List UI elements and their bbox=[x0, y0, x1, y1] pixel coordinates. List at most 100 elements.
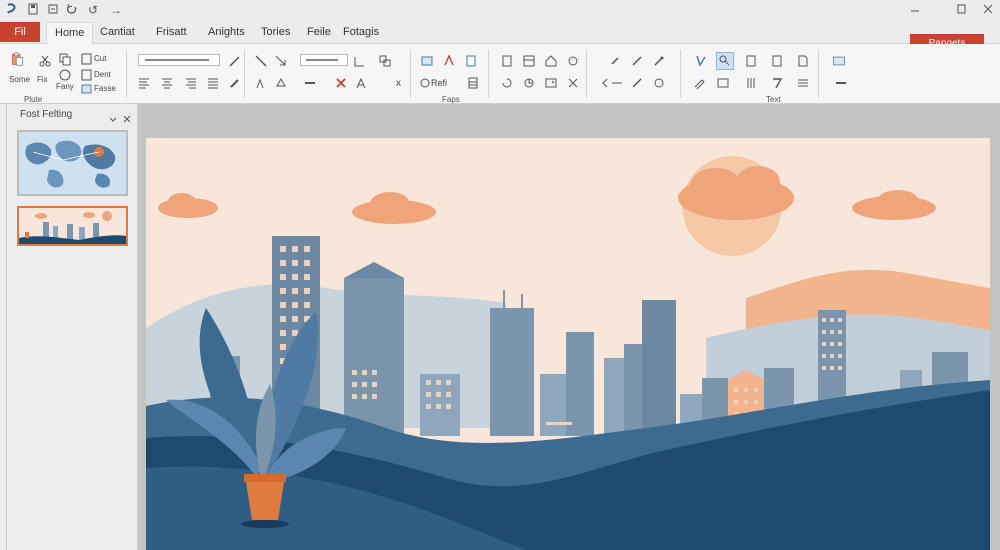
cut-icon[interactable] bbox=[38, 54, 52, 68]
cut-small-icon[interactable] bbox=[80, 52, 92, 66]
font-name-dropdown[interactable] bbox=[138, 54, 220, 66]
line-weight-icon[interactable] bbox=[303, 76, 317, 90]
align-left-icon[interactable] bbox=[137, 76, 151, 90]
tab-file[interactable]: Fil bbox=[0, 22, 40, 42]
format-shape-icon[interactable] bbox=[464, 54, 478, 68]
copy-icon[interactable] bbox=[58, 52, 72, 66]
brush-tool-icon[interactable] bbox=[254, 76, 268, 90]
tab-anights[interactable]: Anights bbox=[208, 26, 245, 38]
ribbon-separator bbox=[244, 50, 245, 98]
pane-close-icon[interactable] bbox=[122, 111, 132, 129]
radio-icon[interactable] bbox=[418, 76, 432, 90]
draw-line-icon[interactable] bbox=[630, 54, 644, 68]
cut-label[interactable]: Fix bbox=[37, 75, 48, 84]
radio-label[interactable]: Refi bbox=[431, 78, 447, 88]
ribbon-separator bbox=[818, 50, 819, 98]
textbox-icon[interactable] bbox=[420, 54, 434, 68]
justify-icon[interactable] bbox=[206, 76, 220, 90]
tab-home[interactable]: Home bbox=[46, 22, 94, 44]
close-icon[interactable] bbox=[983, 3, 993, 15]
copy-label[interactable]: Fany bbox=[56, 82, 74, 91]
copy-small-icon[interactable] bbox=[80, 68, 92, 82]
reset-icon[interactable] bbox=[500, 76, 514, 90]
delete-icon[interactable] bbox=[334, 76, 348, 90]
section-icon[interactable] bbox=[566, 54, 580, 68]
shape-outline-dropdown[interactable] bbox=[300, 54, 348, 66]
replace-icon[interactable] bbox=[744, 54, 758, 68]
slide-thumbnail-2[interactable] bbox=[17, 206, 128, 246]
ribbon-separator bbox=[680, 50, 681, 98]
pane-options-icon[interactable] bbox=[108, 111, 118, 129]
oval-icon[interactable] bbox=[652, 76, 666, 90]
sync-icon[interactable] bbox=[522, 76, 536, 90]
ribbon-separator bbox=[126, 50, 127, 98]
restore-icon[interactable] bbox=[957, 3, 967, 15]
diagonal-line-icon[interactable] bbox=[630, 76, 644, 90]
number-icon[interactable] bbox=[770, 76, 784, 90]
shape-effects-icon[interactable] bbox=[352, 54, 366, 68]
find-icon[interactable] bbox=[716, 52, 734, 70]
slide-thumbnail-1[interactable] bbox=[17, 130, 128, 196]
align-center-icon[interactable] bbox=[160, 76, 174, 90]
tab-frisatt[interactable]: Frisatt bbox=[156, 26, 187, 38]
pen-icon[interactable] bbox=[692, 76, 706, 90]
tab-feile[interactable]: Feile bbox=[307, 26, 331, 38]
eyedropper-icon[interactable] bbox=[652, 54, 666, 68]
clear-icon[interactable] bbox=[566, 76, 580, 90]
align-right-icon[interactable] bbox=[184, 76, 198, 90]
line-tool-icon[interactable] bbox=[254, 54, 268, 68]
app-logo-icon bbox=[6, 3, 18, 15]
picture-icon[interactable] bbox=[544, 76, 558, 90]
highlight-icon[interactable] bbox=[228, 76, 242, 90]
font-size-indicator[interactable]: x bbox=[396, 78, 401, 89]
minimize-icon[interactable] bbox=[910, 3, 920, 15]
arrow-tool-icon[interactable] bbox=[274, 54, 288, 68]
save-icon[interactable] bbox=[27, 3, 39, 15]
tab-fotagis[interactable]: Fotagis bbox=[343, 26, 379, 38]
columns-icon[interactable] bbox=[744, 76, 758, 90]
layout-icon[interactable] bbox=[522, 54, 536, 68]
group-label-faps: Faps bbox=[442, 95, 460, 104]
group-label-text: Text bbox=[766, 95, 781, 104]
arrange-icon[interactable] bbox=[378, 54, 392, 68]
format-painter-icon[interactable] bbox=[58, 68, 72, 82]
divider-icon[interactable] bbox=[834, 76, 848, 90]
present-icon[interactable] bbox=[832, 54, 850, 68]
pane-divider bbox=[6, 104, 7, 550]
select-icon[interactable] bbox=[770, 54, 784, 68]
horizontal-line-icon[interactable] bbox=[610, 76, 624, 90]
ribbon: Some Fix Fany Cut Dent Fasse Plute x Ref… bbox=[0, 44, 1000, 104]
redo-icon[interactable]: ↺ bbox=[88, 3, 98, 17]
tab-cantiat[interactable]: Cantiat bbox=[100, 26, 135, 38]
slide-separator bbox=[62, 200, 76, 213]
text-effects-icon[interactable] bbox=[354, 76, 368, 90]
city-skyline-illustration bbox=[146, 138, 990, 550]
table-icon[interactable] bbox=[466, 76, 480, 90]
ribbon-separator bbox=[488, 50, 489, 98]
title-bar: ↺ → bbox=[0, 0, 1000, 20]
pencil-icon[interactable] bbox=[228, 54, 242, 68]
clip-icon[interactable] bbox=[608, 54, 622, 68]
font-color-icon[interactable] bbox=[442, 54, 456, 68]
format-small-label[interactable]: Fasse bbox=[94, 84, 116, 93]
ribbon-tabs: Fil Home Cantiat Frisatt Anights Tories … bbox=[0, 20, 1000, 54]
list-icon[interactable] bbox=[796, 76, 810, 90]
paste-icon[interactable] bbox=[10, 52, 28, 70]
cut-small-label[interactable]: Cut bbox=[94, 54, 106, 63]
text-direction-icon[interactable] bbox=[694, 54, 708, 68]
autosave-icon[interactable] bbox=[47, 3, 59, 15]
undo-icon[interactable] bbox=[66, 3, 78, 15]
copy-small-label[interactable]: Dent bbox=[94, 70, 111, 79]
format-small-icon[interactable] bbox=[80, 82, 92, 96]
paste-label[interactable]: Some bbox=[9, 75, 30, 84]
new-slide-icon[interactable] bbox=[500, 54, 514, 68]
fill-tool-icon[interactable] bbox=[274, 76, 288, 90]
home-icon[interactable] bbox=[544, 54, 558, 68]
slides-pane: Fost Felting bbox=[0, 104, 138, 550]
insert-symbol-icon[interactable] bbox=[716, 76, 730, 90]
customize-arrow-icon[interactable]: → bbox=[110, 3, 122, 17]
document-icon[interactable] bbox=[796, 54, 810, 68]
tab-tories[interactable]: Tories bbox=[261, 26, 290, 38]
ribbon-separator bbox=[586, 50, 587, 98]
current-slide[interactable] bbox=[146, 138, 990, 550]
